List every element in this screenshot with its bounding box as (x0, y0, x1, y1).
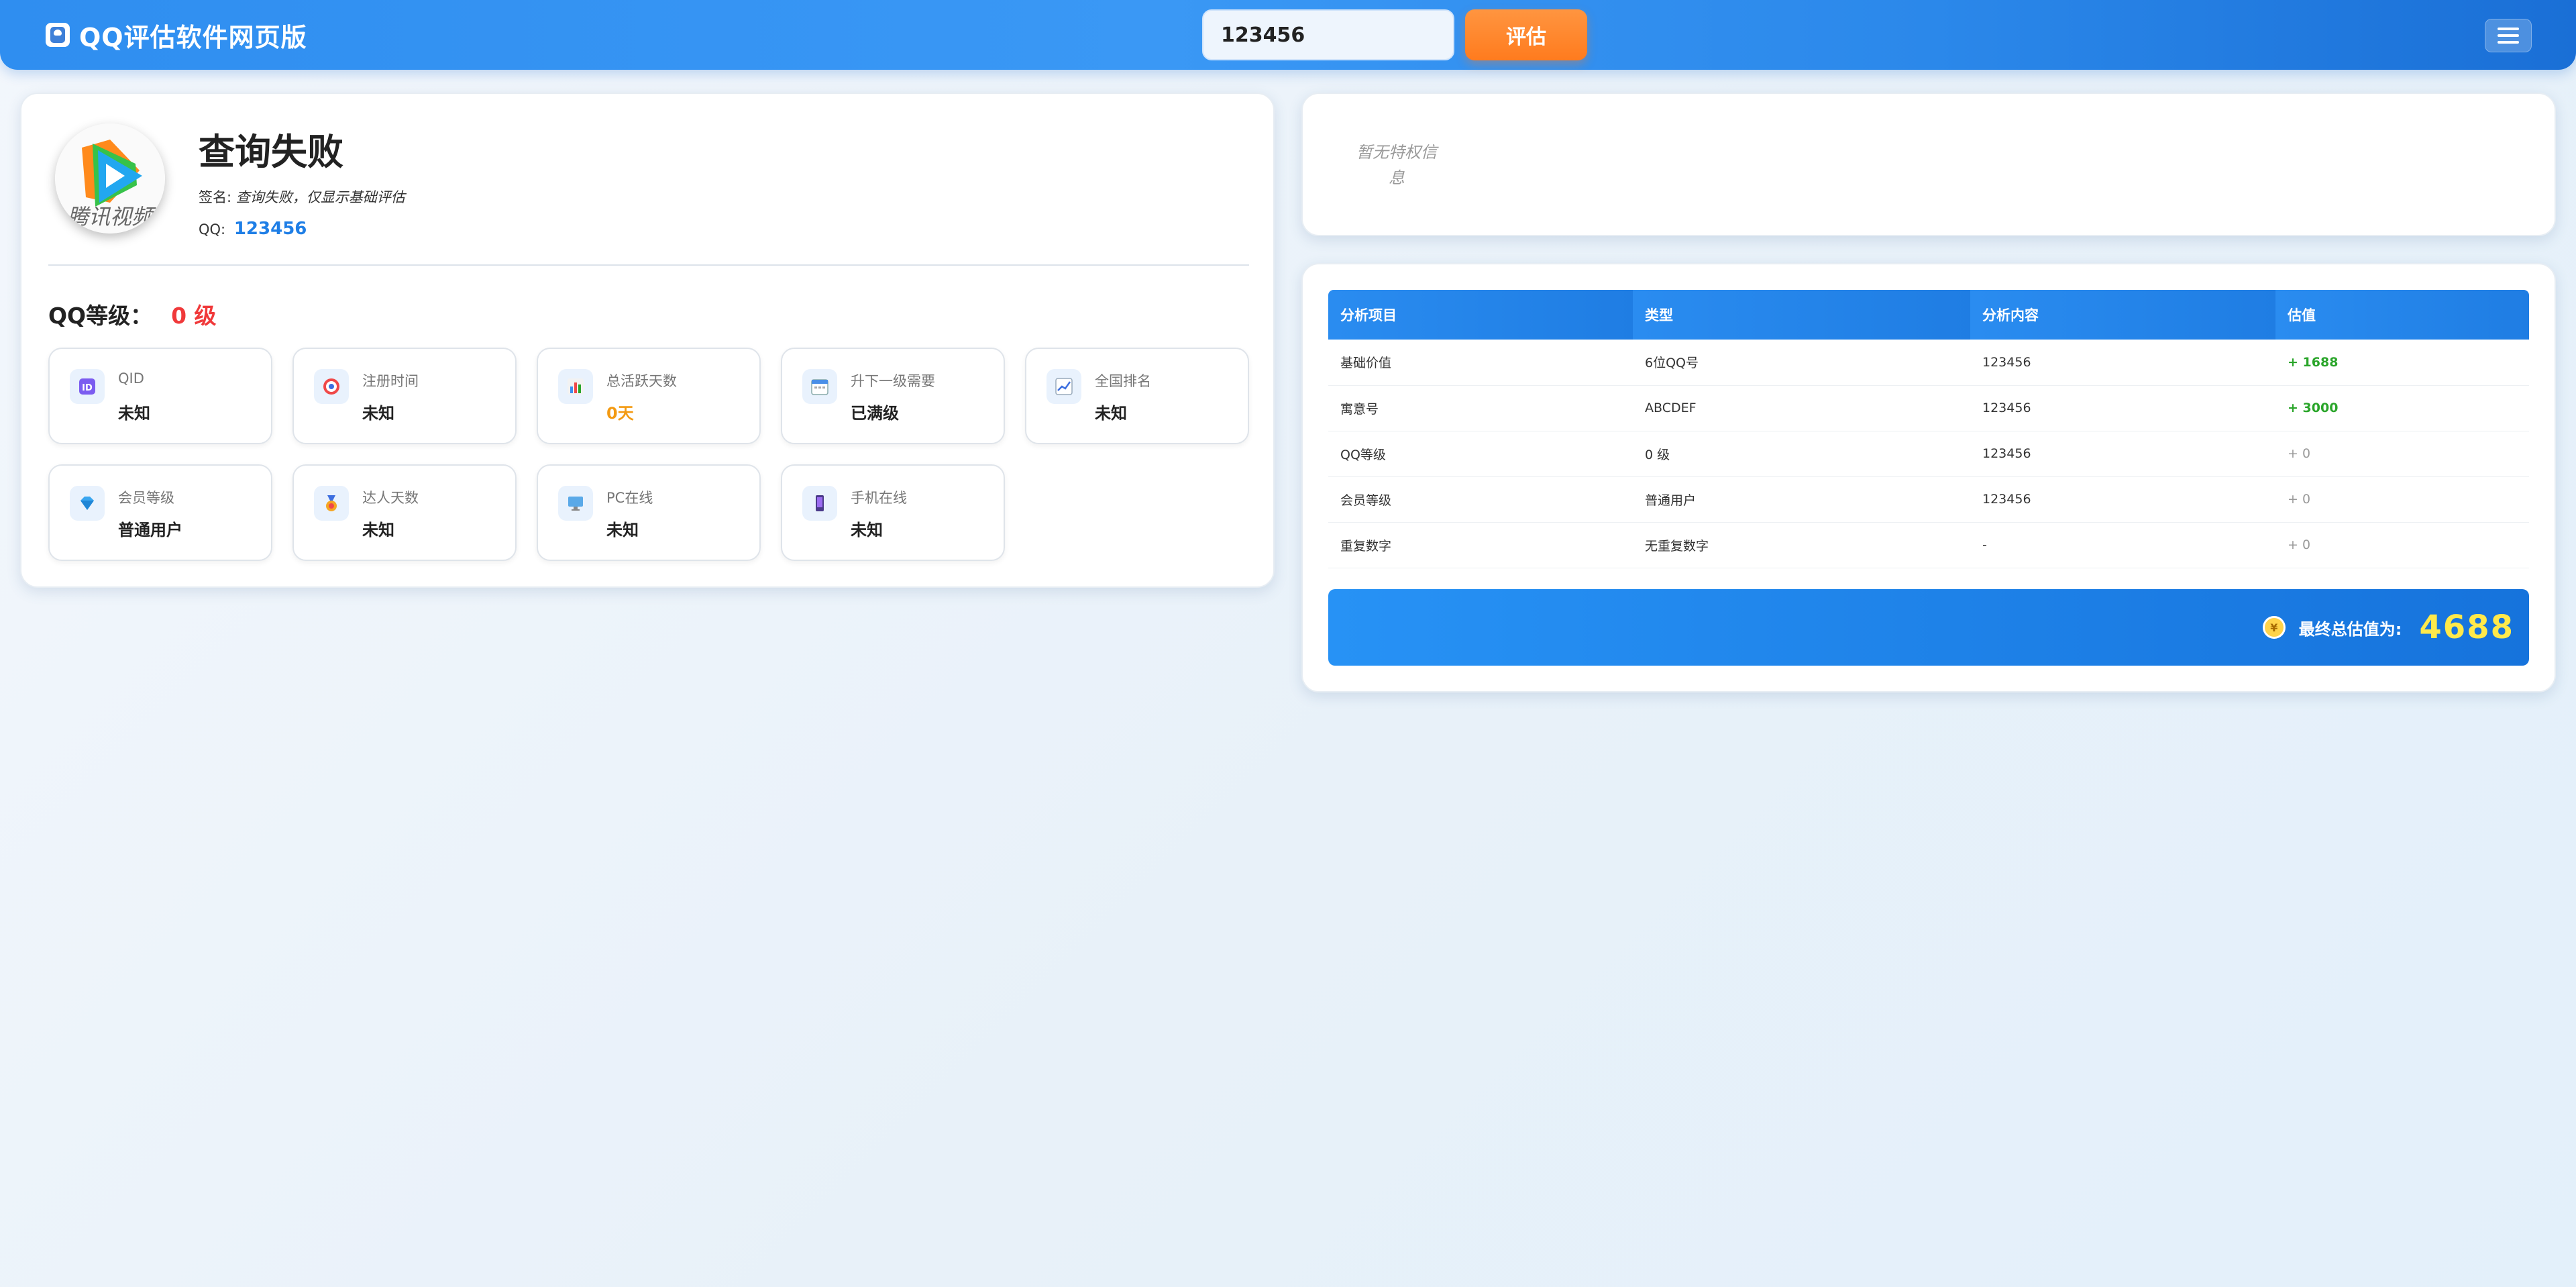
table-cell: QQ等级 (1328, 431, 1633, 477)
level-value: 0 级 (171, 303, 217, 329)
total-value-bar: ¥ 最终总估值为: 4688 (1328, 589, 2529, 666)
total-value-group: ¥ 最终总估值为: 4688 (2262, 589, 2514, 666)
table-cell: 基础价值 (1328, 340, 1633, 386)
table-cell: 6位QQ号 (1633, 340, 1970, 386)
table-cell: 会员等级 (1328, 476, 1633, 523)
table-cell: 寓意号 (1328, 385, 1633, 431)
tile-label: 达人天数 (362, 490, 419, 506)
tile-label: 注册时间 (362, 373, 419, 389)
info-tile-vip-level: 会员等级 普通用户 (48, 464, 272, 561)
table-row: 重复数字 无重复数字 - + 0 (1328, 522, 2529, 568)
table-cell: 0 级 (1633, 431, 1970, 477)
column-header: 类型 (1633, 290, 1970, 340)
tile-value: 未知 (362, 404, 394, 423)
qq-label: QQ: (199, 221, 226, 238)
tile-label: 全国排名 (1095, 373, 1151, 389)
total-label: 最终总估值为: (2298, 619, 2402, 639)
table-cell-value: + 1688 (2275, 340, 2529, 386)
privilege-card: 暂无特权信息 (1301, 93, 2556, 236)
table-cell: 普通用户 (1633, 476, 1970, 523)
analysis-table: 分析项目 类型 分析内容 估值 基础价值 6位QQ号 123456 + 1688… (1328, 290, 2529, 568)
table-row: 基础价值 6位QQ号 123456 + 1688 (1328, 340, 2529, 386)
divider (48, 264, 1249, 266)
diamond-icon (70, 486, 105, 521)
table-cell: 123456 (1970, 385, 2275, 431)
info-tile-pc-online: PC在线 未知 (537, 464, 761, 561)
tile-label: 会员等级 (118, 490, 174, 506)
target-icon (314, 369, 349, 404)
analysis-card: 分析项目 类型 分析内容 估值 基础价值 6位QQ号 123456 + 1688… (1301, 263, 2556, 692)
table-cell-value: + 0 (2275, 522, 2529, 568)
avatar: 腾讯视频 (55, 123, 165, 234)
signature: 签名: 查询失败，仅显示基础评估 (199, 187, 405, 207)
info-tile-active-days: 总活跃天数 0天 (537, 348, 761, 444)
table-row: 会员等级 普通用户 123456 + 0 (1328, 476, 2529, 523)
top-navbar: QQ评估软件网页版 评估 (0, 0, 2576, 70)
level-label: QQ等级： (48, 303, 153, 329)
table-cell: ABCDEF (1633, 385, 1970, 431)
tile-value: 未知 (362, 521, 394, 539)
tile-value: 未知 (606, 521, 639, 539)
tile-value: 未知 (118, 404, 150, 423)
info-tile-qid: ID QID 未知 (48, 348, 272, 444)
tile-label: 手机在线 (851, 490, 907, 506)
brand: QQ评估软件网页版 (46, 20, 307, 52)
privilege-empty-text: 暂无特权信息 (1356, 143, 1437, 187)
table-row: 寓意号 ABCDEF 123456 + 3000 (1328, 385, 2529, 431)
calendar-icon (802, 369, 837, 404)
app-title: QQ评估软件网页版 (79, 22, 307, 52)
avatar-watermark: 腾讯视频 (67, 204, 156, 229)
qq-penguin-icon (46, 23, 70, 47)
medal-icon (314, 486, 349, 521)
tile-value: 0天 (606, 404, 634, 423)
qq-number-input[interactable] (1202, 9, 1454, 60)
signature-label: 签名: (199, 189, 232, 205)
tile-value: 未知 (1095, 404, 1127, 423)
hamburger-menu-icon[interactable] (2485, 19, 2532, 52)
column-header: 分析项目 (1328, 290, 1633, 340)
id-icon: ID (70, 369, 105, 404)
column-header: 估值 (2275, 290, 2529, 340)
profile-card: 腾讯视频 查询失败 签名: 查询失败，仅显示基础评估 QQ: 123456 QQ… (20, 93, 1275, 588)
coin-icon: ¥ (2262, 616, 2286, 639)
tile-value: 普通用户 (118, 521, 182, 539)
table-cell: 123456 (1970, 431, 2275, 477)
tile-label: PC在线 (606, 490, 653, 506)
tile-value: 未知 (851, 521, 883, 539)
total-value: 4688 (2419, 609, 2514, 646)
tile-label: QID (118, 370, 144, 387)
table-cell: 123456 (1970, 476, 2275, 523)
qq-level: QQ等级： 0 级 (48, 298, 217, 330)
info-tile-register-time: 注册时间 未知 (292, 348, 517, 444)
qq-number: 123456 (233, 219, 307, 239)
tile-label: 总活跃天数 (606, 373, 677, 389)
column-header: 分析内容 (1970, 290, 2275, 340)
info-tile-national-rank: 全国排名 未知 (1025, 348, 1249, 444)
bar-chart-icon (558, 369, 593, 404)
desktop-icon (558, 486, 593, 521)
info-tile-mobile-online: 手机在线 未知 (781, 464, 1005, 561)
table-cell: - (1970, 522, 2275, 568)
user-name: 查询失败 (199, 131, 343, 173)
table-cell: 123456 (1970, 340, 2275, 386)
evaluate-button[interactable]: 评估 (1465, 9, 1587, 60)
table-cell-value: + 3000 (2275, 385, 2529, 431)
svg-text:ID: ID (82, 383, 93, 393)
info-tile-talent-days: 达人天数 未知 (292, 464, 517, 561)
table-cell-value: + 0 (2275, 476, 2529, 523)
trend-chart-icon (1046, 369, 1081, 404)
table-header-row: 分析项目 类型 分析内容 估值 (1328, 290, 2529, 340)
table-cell: 重复数字 (1328, 522, 1633, 568)
info-tile-next-level: 升下一级需要 已满级 (781, 348, 1005, 444)
table-cell-value: + 0 (2275, 431, 2529, 477)
table-row: QQ等级 0 级 123456 + 0 (1328, 431, 2529, 477)
table-cell: 无重复数字 (1633, 522, 1970, 568)
phone-icon (802, 486, 837, 521)
signature-text: 查询失败，仅显示基础评估 (235, 189, 405, 205)
qq-number-line: QQ: 123456 (199, 219, 307, 239)
tile-label: 升下一级需要 (851, 373, 935, 389)
tile-value: 已满级 (851, 404, 899, 423)
